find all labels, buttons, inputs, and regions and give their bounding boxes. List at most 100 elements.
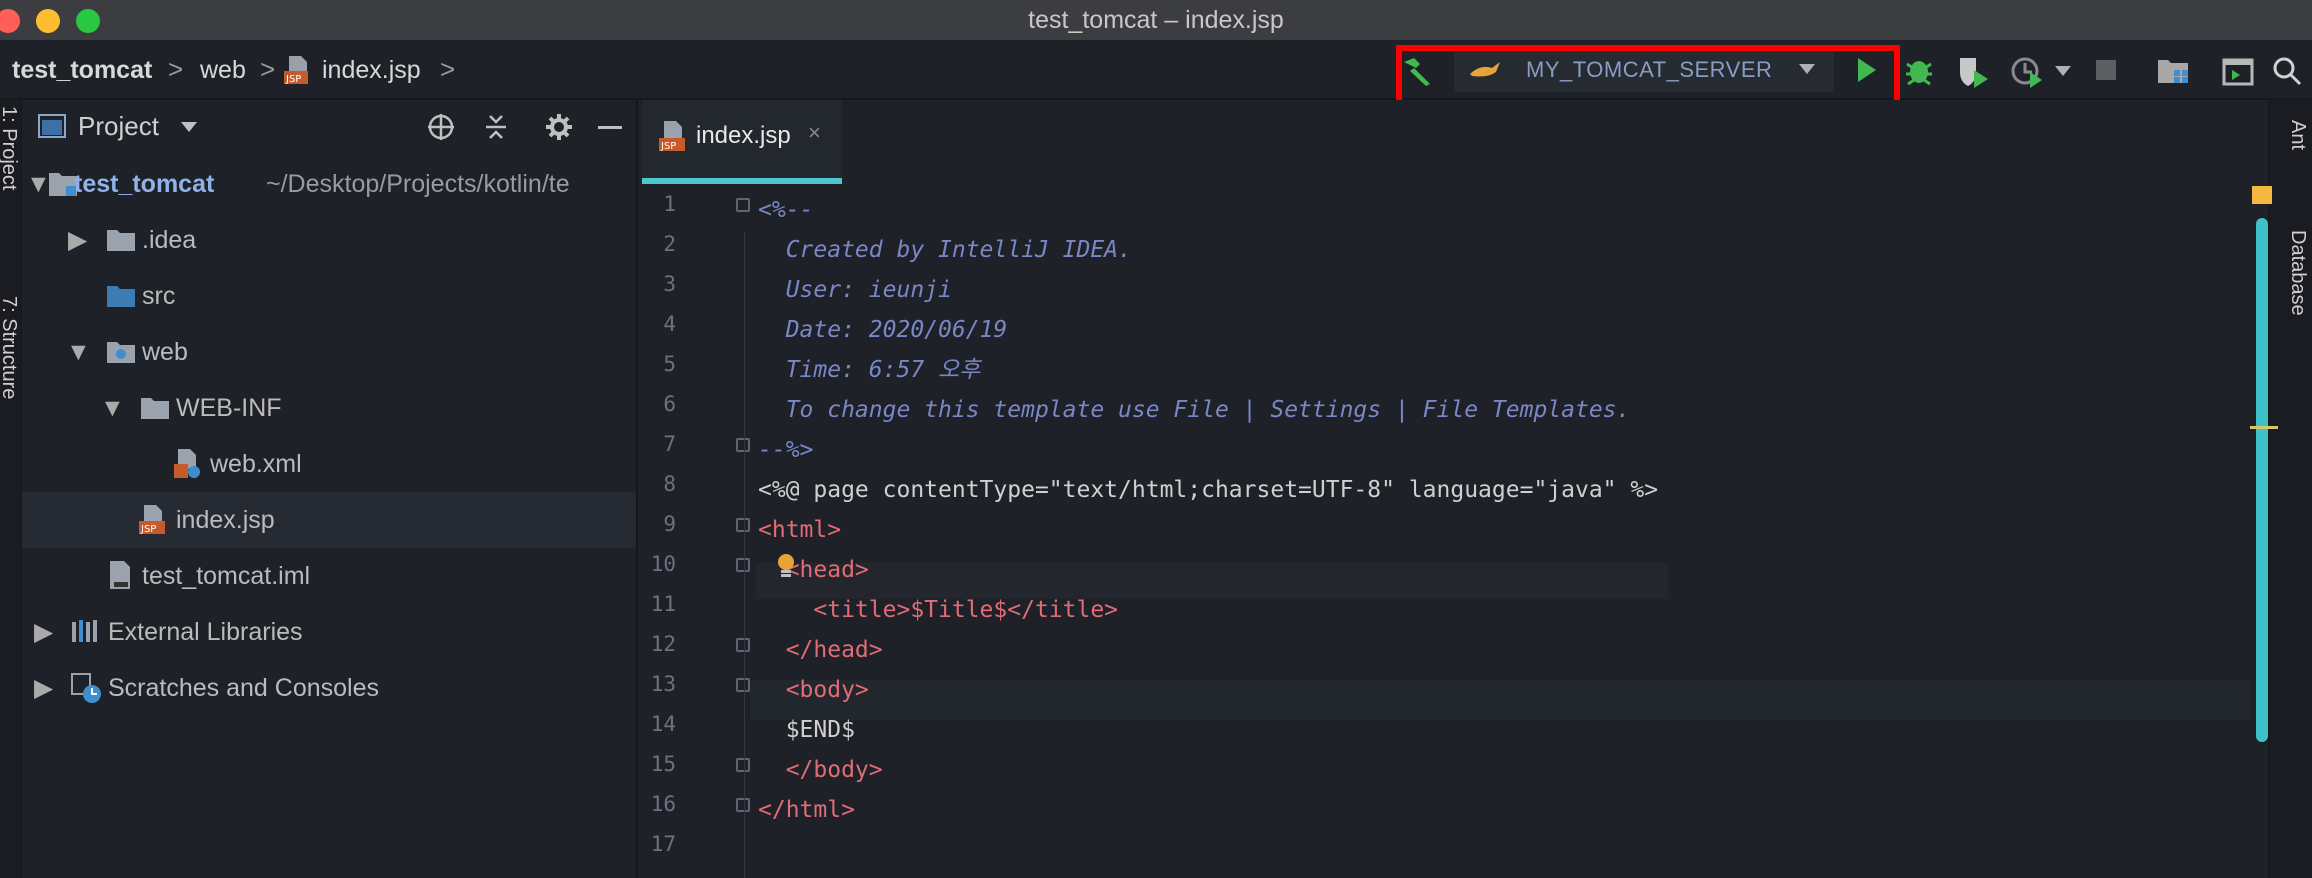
tree-item-external-libraries[interactable]: ▶ External Libraries: [22, 604, 636, 660]
code-line[interactable]: Time: 6:57 오후: [758, 350, 981, 390]
breadcrumb-web[interactable]: web: [200, 40, 246, 100]
editor-tab-bar: JSP index.jsp ×: [640, 100, 2260, 184]
view-dropdown-icon[interactable]: [180, 120, 198, 134]
intention-bulb-icon[interactable]: [776, 552, 800, 578]
code-line[interactable]: </body>: [758, 750, 883, 790]
fold-marker-icon[interactable]: [736, 638, 750, 652]
code-line[interactable]: <html>: [758, 510, 841, 550]
coverage-icon[interactable]: [1956, 54, 1990, 88]
gear-icon[interactable]: [544, 112, 574, 142]
line-number: 11: [650, 592, 676, 616]
code-line[interactable]: To change this template use File | Setti…: [758, 390, 1631, 430]
fold-marker-icon[interactable]: [736, 558, 750, 572]
jsp-file-icon: JSP: [284, 56, 308, 85]
indent-guide: [744, 232, 745, 878]
line-number: 8: [663, 472, 676, 496]
project-panel-header: Project: [22, 100, 636, 152]
chevron-down-icon[interactable]: ▼: [100, 380, 125, 436]
locate-icon[interactable]: [426, 112, 456, 142]
collapse-all-icon[interactable]: [482, 112, 510, 142]
warning-marker-icon[interactable]: [2252, 186, 2272, 204]
fold-marker-icon[interactable]: [736, 438, 750, 452]
code-line[interactable]: $END$: [758, 710, 855, 750]
tree-item-label: test_tomcat: [74, 170, 215, 198]
line-number: 13: [650, 672, 676, 696]
ant-tool-tab[interactable]: Ant: [2286, 120, 2309, 150]
fold-marker-icon[interactable]: [736, 758, 750, 772]
project-structure-icon[interactable]: [2156, 56, 2190, 86]
chevron-right-icon[interactable]: ▶: [34, 660, 53, 716]
code-line[interactable]: Date: 2020/06/19: [758, 310, 1008, 350]
tree-item-src[interactable]: src: [22, 268, 636, 324]
tree-item-test-tomcat[interactable]: ▼ test_tomcat ~/Desktop/Projects/kotlin/…: [22, 156, 636, 212]
svg-text:JSP: JSP: [140, 524, 156, 535]
fold-marker-icon[interactable]: [736, 198, 750, 212]
code-line[interactable]: Created by IntelliJ IDEA.: [758, 230, 1132, 270]
tree-item-iml[interactable]: test_tomcat.iml: [22, 548, 636, 604]
editor-scrollbar[interactable]: [2256, 218, 2268, 742]
scratches-icon: [71, 673, 101, 703]
line-number: 16: [650, 792, 676, 816]
tree-item-scratches[interactable]: ▶ Scratches and Consoles: [22, 660, 636, 716]
chevron-right-icon[interactable]: ▶: [34, 604, 53, 660]
structure-tool-tab[interactable]: 7: Structure: [0, 296, 20, 399]
tree-item-idea[interactable]: ▶ .idea: [22, 212, 636, 268]
tree-item-web-xml[interactable]: web.xml: [22, 436, 636, 492]
code-line[interactable]: --%>: [758, 430, 813, 470]
tree-item-web[interactable]: ▼ web: [22, 324, 636, 380]
folder-icon: [107, 230, 135, 251]
xml-file-icon: [174, 449, 200, 478]
chevron-right-icon[interactable]: ▶: [68, 212, 87, 268]
title-bar: test_tomcat – index.jsp: [0, 0, 2312, 40]
code-line[interactable]: <title>$Title$</title>: [758, 590, 1118, 630]
profile-dropdown-icon[interactable]: [2054, 64, 2072, 78]
stop-icon[interactable]: [2096, 60, 2116, 80]
line-number: 1: [663, 192, 676, 216]
debug-icon[interactable]: [1904, 54, 1934, 86]
code-line[interactable]: User: ieunji: [758, 270, 952, 310]
search-icon[interactable]: [2272, 56, 2302, 86]
window-title: test_tomcat – index.jsp: [1028, 6, 1284, 34]
tree-item-label: Scratches and Consoles: [108, 674, 379, 702]
tree-item-label: External Libraries: [108, 618, 303, 646]
fold-marker-icon[interactable]: [736, 798, 750, 812]
project-tool-tab[interactable]: 1: Project: [0, 106, 20, 190]
tab-index-jsp[interactable]: JSP index.jsp ×: [642, 100, 842, 184]
right-tool-stripe: Ant Database: [2268, 100, 2312, 878]
tree-item-label: web: [142, 338, 188, 366]
code-line[interactable]: </head>: [758, 630, 883, 670]
breadcrumb-separator: >: [168, 54, 184, 84]
chevron-down-icon[interactable]: ▼: [66, 324, 91, 380]
gutter: 1 2 3 4 5 6 7 8 9 10 11 12 13 14 15 16 1…: [640, 184, 750, 878]
fold-marker-icon[interactable]: [736, 518, 750, 532]
line-number: 14: [650, 712, 676, 736]
line-number: 10: [650, 552, 676, 576]
code-line[interactable]: <%@ page contentType="text/html;charset=…: [758, 470, 1658, 510]
current-line-highlight: [750, 680, 2250, 720]
fold-marker-icon[interactable]: [736, 678, 750, 692]
editor: JSP index.jsp × 1 2 3 4 5 6 7 8 9 10 11 …: [640, 100, 2260, 878]
close-tab-icon[interactable]: ×: [808, 120, 821, 146]
project-panel-title[interactable]: Project: [78, 100, 159, 152]
breadcrumb-file[interactable]: index.jsp: [322, 40, 421, 100]
tree-item-web-inf[interactable]: ▼ WEB-INF: [22, 380, 636, 436]
left-tool-stripe: 1: Project 7: Structure: [0, 100, 22, 878]
code-line[interactable]: <head>: [758, 550, 869, 590]
tree-item-index-jsp[interactable]: JSP index.jsp: [22, 492, 636, 548]
line-number: 3: [663, 272, 676, 296]
profile-icon[interactable]: [2010, 54, 2044, 88]
line-number: 2: [663, 232, 676, 256]
database-tool-tab[interactable]: Database: [2286, 230, 2309, 316]
breadcrumb-project[interactable]: test_tomcat: [12, 40, 152, 100]
jsp-file-icon: JSP: [659, 121, 685, 152]
svg-text:JSP: JSP: [285, 74, 301, 85]
hide-panel-icon[interactable]: [598, 126, 622, 129]
code-line[interactable]: </html>: [758, 790, 855, 830]
svg-text:JSP: JSP: [660, 141, 676, 152]
code-line[interactable]: <%--: [758, 190, 813, 230]
code-line[interactable]: <body>: [758, 670, 869, 710]
jsp-file-icon: JSP: [139, 505, 165, 535]
folder-icon: [141, 398, 169, 419]
terminal-icon[interactable]: [2222, 58, 2254, 86]
line-number: 6: [663, 392, 676, 416]
